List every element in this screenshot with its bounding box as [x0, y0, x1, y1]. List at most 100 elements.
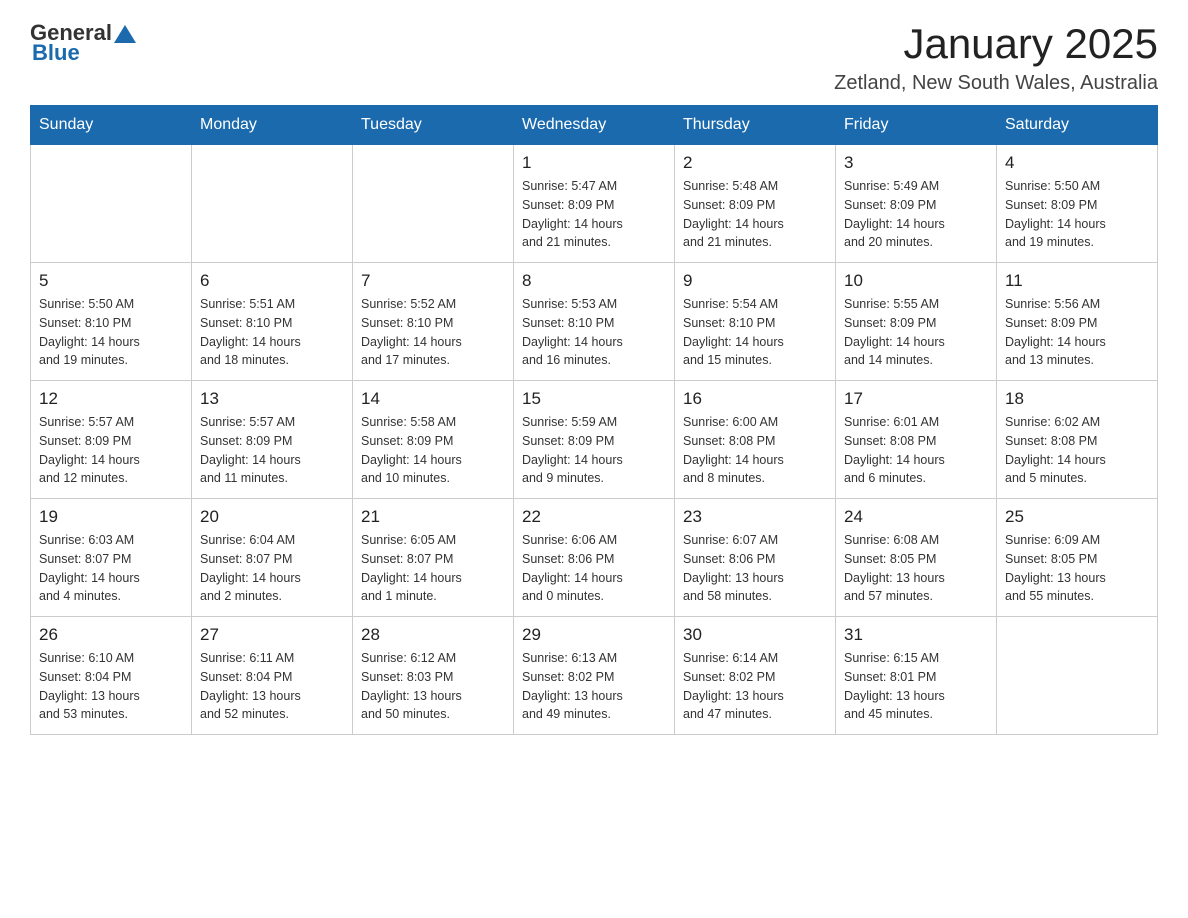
day-info: Sunrise: 5:59 AM Sunset: 8:09 PM Dayligh…	[522, 413, 666, 488]
day-number: 10	[844, 271, 988, 291]
calendar-cell: 10 Sunrise: 5:55 AM Sunset: 8:09 PM Dayli…	[836, 263, 997, 381]
day-info: Sunrise: 5:54 AM Sunset: 8:10 PM Dayligh…	[683, 295, 827, 370]
day-info: Sunrise: 6:10 AM Sunset: 8:04 PM Dayligh…	[39, 649, 183, 724]
calendar-cell: 18 Sunrise: 6:02 AM Sunset: 8:08 PM Dayli…	[997, 381, 1158, 499]
day-number: 9	[683, 271, 827, 291]
day-info: Sunrise: 6:01 AM Sunset: 8:08 PM Dayligh…	[844, 413, 988, 488]
calendar-cell: 11Sunrise: 5:56 AM Sunset: 8:09 PM Dayli…	[997, 263, 1158, 381]
calendar-cell: 4 Sunrise: 5:50 AM Sunset: 8:09 PM Daylig…	[997, 145, 1158, 263]
logo-blue-text: Blue	[32, 40, 80, 66]
calendar-week-row: 1Sunrise: 5:47 AM Sunset: 8:09 PM Daylig…	[31, 145, 1158, 263]
day-info: Sunrise: 6:02 AM Sunset: 8:08 PM Dayligh…	[1005, 413, 1149, 488]
calendar-cell: 7 Sunrise: 5:52 AM Sunset: 8:10 PM Daylig…	[353, 263, 514, 381]
day-number: 18	[1005, 389, 1149, 409]
day-info: Sunrise: 6:03 AM Sunset: 8:07 PM Dayligh…	[39, 531, 183, 606]
day-info: Sunrise: 6:14 AM Sunset: 8:02 PM Dayligh…	[683, 649, 827, 724]
logo-triangle-icon	[114, 23, 136, 45]
calendar-cell	[997, 617, 1158, 735]
calendar-header-sunday: Sunday	[31, 106, 192, 145]
calendar-header-tuesday: Tuesday	[353, 106, 514, 145]
calendar-cell	[31, 145, 192, 263]
calendar-cell: 9 Sunrise: 5:54 AM Sunset: 8:10 PM Daylig…	[675, 263, 836, 381]
calendar-table: SundayMondayTuesdayWednesdayThursdayFrid…	[30, 105, 1158, 735]
calendar-week-row: 19 Sunrise: 6:03 AM Sunset: 8:07 PM Dayli…	[31, 499, 1158, 617]
calendar-header-row: SundayMondayTuesdayWednesdayThursdayFrid…	[31, 106, 1158, 145]
month-title: January 2025	[834, 20, 1158, 68]
day-number: 5	[39, 271, 183, 291]
day-number: 19	[39, 507, 183, 527]
calendar-header-saturday: Saturday	[997, 106, 1158, 145]
day-number: 13	[200, 389, 344, 409]
calendar-cell: 3 Sunrise: 5:49 AM Sunset: 8:09 PM Daylig…	[836, 145, 997, 263]
day-info: Sunrise: 5:50 AM Sunset: 8:10 PM Dayligh…	[39, 295, 183, 370]
day-info: Sunrise: 6:13 AM Sunset: 8:02 PM Dayligh…	[522, 649, 666, 724]
day-number: 17	[844, 389, 988, 409]
day-info: Sunrise: 6:05 AM Sunset: 8:07 PM Dayligh…	[361, 531, 505, 606]
day-number: 8	[522, 271, 666, 291]
day-info: Sunrise: 5:52 AM Sunset: 8:10 PM Dayligh…	[361, 295, 505, 370]
calendar-cell: 21Sunrise: 6:05 AM Sunset: 8:07 PM Dayli…	[353, 499, 514, 617]
calendar-cell: 17 Sunrise: 6:01 AM Sunset: 8:08 PM Dayli…	[836, 381, 997, 499]
day-info: Sunrise: 5:53 AM Sunset: 8:10 PM Dayligh…	[522, 295, 666, 370]
calendar-cell: 30Sunrise: 6:14 AM Sunset: 8:02 PM Dayli…	[675, 617, 836, 735]
day-info: Sunrise: 5:57 AM Sunset: 8:09 PM Dayligh…	[200, 413, 344, 488]
calendar-cell	[192, 145, 353, 263]
day-number: 4	[1005, 153, 1149, 173]
day-number: 31	[844, 625, 988, 645]
calendar-cell: 27Sunrise: 6:11 AM Sunset: 8:04 PM Dayli…	[192, 617, 353, 735]
day-number: 29	[522, 625, 666, 645]
title-block: January 2025 Zetland, New South Wales, A…	[834, 20, 1158, 95]
calendar-cell: 12 Sunrise: 5:57 AM Sunset: 8:09 PM Dayli…	[31, 381, 192, 499]
day-number: 15	[522, 389, 666, 409]
day-number: 11	[1005, 271, 1149, 291]
calendar-header-wednesday: Wednesday	[514, 106, 675, 145]
logo: General Blue	[30, 20, 136, 66]
day-info: Sunrise: 6:07 AM Sunset: 8:06 PM Dayligh…	[683, 531, 827, 606]
day-info: Sunrise: 6:04 AM Sunset: 8:07 PM Dayligh…	[200, 531, 344, 606]
day-info: Sunrise: 5:58 AM Sunset: 8:09 PM Dayligh…	[361, 413, 505, 488]
day-info: Sunrise: 6:00 AM Sunset: 8:08 PM Dayligh…	[683, 413, 827, 488]
calendar-cell: 8 Sunrise: 5:53 AM Sunset: 8:10 PM Daylig…	[514, 263, 675, 381]
day-info: Sunrise: 5:57 AM Sunset: 8:09 PM Dayligh…	[39, 413, 183, 488]
day-info: Sunrise: 6:08 AM Sunset: 8:05 PM Dayligh…	[844, 531, 988, 606]
calendar-cell: 26 Sunrise: 6:10 AM Sunset: 8:04 PM Dayli…	[31, 617, 192, 735]
calendar-cell: 5 Sunrise: 5:50 AM Sunset: 8:10 PM Daylig…	[31, 263, 192, 381]
day-number: 3	[844, 153, 988, 173]
day-info: Sunrise: 5:51 AM Sunset: 8:10 PM Dayligh…	[200, 295, 344, 370]
calendar-cell: 29 Sunrise: 6:13 AM Sunset: 8:02 PM Dayli…	[514, 617, 675, 735]
calendar-cell: 13 Sunrise: 5:57 AM Sunset: 8:09 PM Dayli…	[192, 381, 353, 499]
day-info: Sunrise: 6:06 AM Sunset: 8:06 PM Dayligh…	[522, 531, 666, 606]
day-info: Sunrise: 5:49 AM Sunset: 8:09 PM Dayligh…	[844, 177, 988, 252]
calendar-week-row: 12 Sunrise: 5:57 AM Sunset: 8:09 PM Dayli…	[31, 381, 1158, 499]
calendar-cell: 31 Sunrise: 6:15 AM Sunset: 8:01 PM Dayli…	[836, 617, 997, 735]
calendar-cell: 6Sunrise: 5:51 AM Sunset: 8:10 PM Daylig…	[192, 263, 353, 381]
calendar-cell: 24 Sunrise: 6:08 AM Sunset: 8:05 PM Dayli…	[836, 499, 997, 617]
page-header: General Blue January 2025 Zetland, New S…	[30, 20, 1158, 95]
day-info: Sunrise: 6:15 AM Sunset: 8:01 PM Dayligh…	[844, 649, 988, 724]
calendar-week-row: 5 Sunrise: 5:50 AM Sunset: 8:10 PM Daylig…	[31, 263, 1158, 381]
day-info: Sunrise: 6:12 AM Sunset: 8:03 PM Dayligh…	[361, 649, 505, 724]
day-number: 26	[39, 625, 183, 645]
day-info: Sunrise: 6:09 AM Sunset: 8:05 PM Dayligh…	[1005, 531, 1149, 606]
day-number: 7	[361, 271, 505, 291]
calendar-cell: 20 Sunrise: 6:04 AM Sunset: 8:07 PM Dayli…	[192, 499, 353, 617]
day-number: 24	[844, 507, 988, 527]
calendar-header-monday: Monday	[192, 106, 353, 145]
calendar-cell: 22Sunrise: 6:06 AM Sunset: 8:06 PM Dayli…	[514, 499, 675, 617]
day-info: Sunrise: 5:50 AM Sunset: 8:09 PM Dayligh…	[1005, 177, 1149, 252]
day-number: 25	[1005, 507, 1149, 527]
calendar-cell: 15 Sunrise: 5:59 AM Sunset: 8:09 PM Dayli…	[514, 381, 675, 499]
day-info: Sunrise: 5:55 AM Sunset: 8:09 PM Dayligh…	[844, 295, 988, 370]
day-number: 2	[683, 153, 827, 173]
day-info: Sunrise: 5:48 AM Sunset: 8:09 PM Dayligh…	[683, 177, 827, 252]
day-number: 12	[39, 389, 183, 409]
calendar-cell	[353, 145, 514, 263]
day-number: 20	[200, 507, 344, 527]
calendar-header-friday: Friday	[836, 106, 997, 145]
day-info: Sunrise: 5:47 AM Sunset: 8:09 PM Dayligh…	[522, 177, 666, 252]
calendar-week-row: 26 Sunrise: 6:10 AM Sunset: 8:04 PM Dayli…	[31, 617, 1158, 735]
location-subtitle: Zetland, New South Wales, Australia	[834, 72, 1158, 95]
day-number: 27	[200, 625, 344, 645]
day-number: 28	[361, 625, 505, 645]
day-number: 23	[683, 507, 827, 527]
